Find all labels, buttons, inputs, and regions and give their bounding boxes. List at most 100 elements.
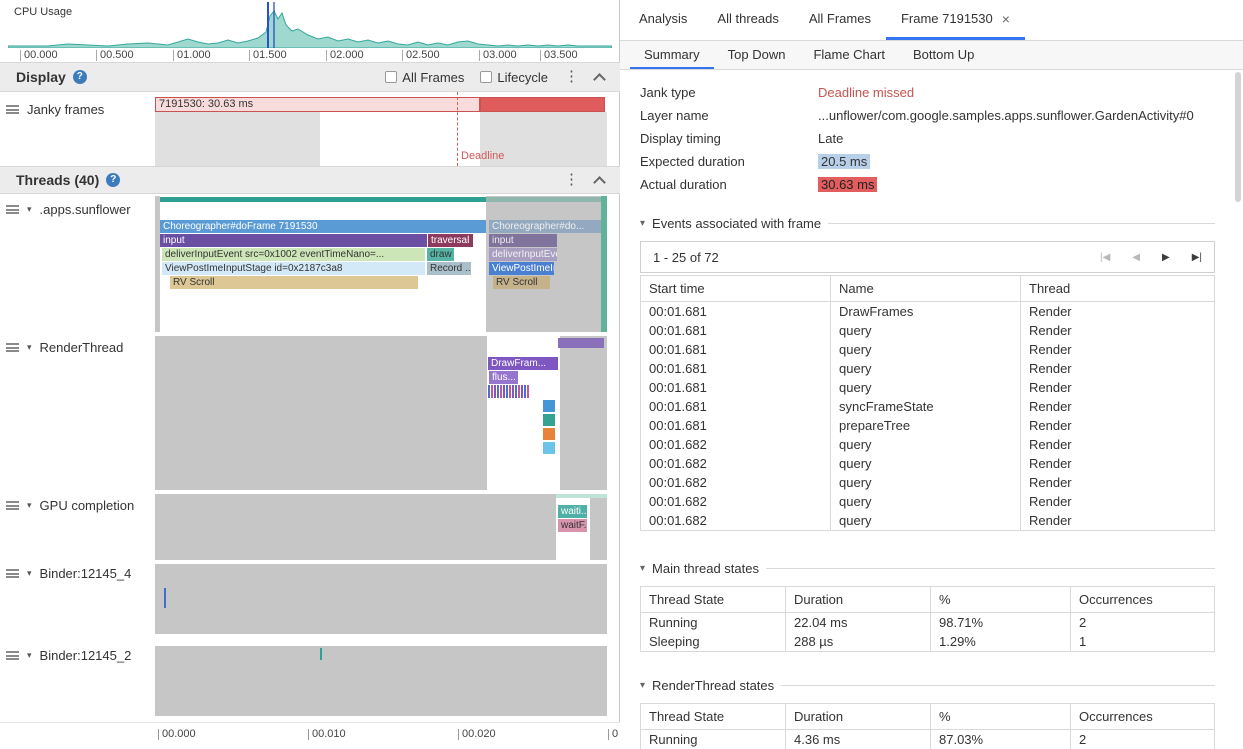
thread-row-renderthread[interactable]: ▾ RenderThread bbox=[6, 340, 151, 355]
kebab-menu-icon[interactable]: ⋮ bbox=[564, 70, 579, 84]
table-row[interactable]: 00:01.681prepareTreeRender bbox=[641, 416, 1215, 435]
main-states-section-header[interactable]: ▾ Main thread states bbox=[640, 561, 1215, 576]
subtab-top-down[interactable]: Top Down bbox=[714, 41, 800, 69]
column-header[interactable]: Duration bbox=[786, 587, 931, 613]
thread-row-sunflower[interactable]: ▾ .apps.sunflower bbox=[6, 202, 151, 217]
trace-event-drawframes[interactable]: DrawFram... bbox=[488, 357, 558, 370]
table-row[interactable]: Running4.36 ms87.03%2 bbox=[641, 730, 1215, 749]
render-states-header[interactable]: Thread State Duration % Occurrences bbox=[641, 704, 1215, 730]
expand-arrow-icon[interactable]: ▾ bbox=[27, 500, 32, 511]
trace-event-square[interactable] bbox=[543, 400, 555, 412]
last-page-icon[interactable]: ▶| bbox=[1192, 252, 1202, 263]
subtab-summary[interactable]: Summary bbox=[630, 41, 714, 69]
table-row[interactable]: 00:01.681queryRender bbox=[641, 378, 1215, 397]
drag-handle-icon[interactable] bbox=[6, 651, 19, 660]
trace-event-record[interactable]: Record ... bbox=[427, 262, 471, 275]
column-header[interactable]: Occurrences bbox=[1071, 587, 1215, 613]
selection-line[interactable] bbox=[273, 2, 275, 48]
expand-arrow-icon[interactable]: ▾ bbox=[27, 650, 32, 661]
column-header[interactable]: Start time bbox=[641, 276, 831, 302]
table-row[interactable]: 00:01.682queryRender bbox=[641, 435, 1215, 454]
trace-event-viewpost[interactable]: ViewPostImeInputStage id=0x2187c3a8 bbox=[162, 262, 425, 275]
main-states-header[interactable]: Thread State Duration % Occurrences bbox=[641, 587, 1215, 613]
selection-line[interactable] bbox=[267, 2, 269, 48]
checkbox-icon[interactable] bbox=[480, 71, 492, 83]
events-table-header[interactable]: Start time Name Thread bbox=[641, 276, 1215, 302]
kebab-menu-icon[interactable]: ⋮ bbox=[564, 173, 579, 187]
panel-scrollbar[interactable] bbox=[1235, 72, 1241, 202]
trace-event-waitfence[interactable]: waitF... bbox=[558, 519, 587, 532]
expand-arrow-icon[interactable]: ▾ bbox=[27, 342, 32, 353]
tab-analysis[interactable]: Analysis bbox=[624, 0, 702, 40]
trace-event-flush[interactable]: flus... bbox=[489, 371, 518, 384]
drag-handle-icon[interactable] bbox=[6, 569, 19, 578]
trace-event-square[interactable] bbox=[543, 428, 555, 440]
lifecycle-checkbox[interactable]: Lifecycle bbox=[480, 70, 548, 85]
column-header[interactable]: Occurrences bbox=[1071, 704, 1215, 730]
collapse-chevron-icon[interactable] bbox=[593, 73, 606, 86]
tab-frame[interactable]: Frame 7191530 × bbox=[886, 0, 1025, 40]
trace-event-viewpost-dim[interactable]: ViewPostImeInp... bbox=[489, 262, 554, 275]
trace-event-draw[interactable]: draw bbox=[427, 248, 454, 261]
trace-event-square[interactable] bbox=[543, 442, 555, 454]
checkbox-icon[interactable] bbox=[385, 71, 397, 83]
table-row[interactable]: 00:01.682queryRender bbox=[641, 473, 1215, 492]
help-icon[interactable]: ? bbox=[106, 173, 120, 187]
trace-event-traversal[interactable]: traversal bbox=[428, 234, 473, 247]
display-section-header[interactable]: Display ? All Frames Lifecycle ⋮ bbox=[0, 62, 620, 92]
trace-event-waiting[interactable]: waiti... bbox=[558, 505, 587, 518]
trace-event-deliver-dim[interactable]: deliverInputEven... bbox=[489, 248, 557, 261]
collapse-triangle-icon[interactable]: ▾ bbox=[640, 218, 645, 229]
expand-arrow-icon[interactable]: ▾ bbox=[27, 568, 32, 579]
tab-all-frames[interactable]: All Frames bbox=[794, 0, 886, 40]
table-row[interactable]: 00:01.681DrawFramesRender bbox=[641, 302, 1215, 322]
drag-handle-icon[interactable] bbox=[6, 105, 19, 114]
trace-event-choreographer-dim[interactable]: Choreographer#do... bbox=[489, 220, 601, 233]
table-row[interactable]: 00:01.681queryRender bbox=[641, 321, 1215, 340]
column-header[interactable]: Thread State bbox=[641, 587, 786, 613]
collapse-triangle-icon[interactable]: ▾ bbox=[640, 563, 645, 574]
trace-event-dim-bar[interactable] bbox=[558, 338, 604, 348]
column-header[interactable]: Thread bbox=[1021, 276, 1215, 302]
render-states-section-header[interactable]: ▾ RenderThread states bbox=[640, 678, 1215, 693]
trace-micro-events[interactable] bbox=[488, 385, 530, 398]
table-row[interactable]: 00:01.682queryRender bbox=[641, 454, 1215, 473]
trace-event-rv-scroll[interactable]: RV Scroll bbox=[170, 276, 418, 289]
prev-page-icon[interactable]: ◀ bbox=[1132, 252, 1140, 263]
trace-event-input-dim[interactable]: input bbox=[489, 234, 557, 247]
drag-handle-icon[interactable] bbox=[6, 343, 19, 352]
column-header[interactable]: Duration bbox=[786, 704, 931, 730]
column-header[interactable]: Name bbox=[831, 276, 1021, 302]
table-row[interactable]: 00:01.681queryRender bbox=[641, 340, 1215, 359]
column-header[interactable]: % bbox=[931, 587, 1071, 613]
trace-event-tick[interactable] bbox=[164, 588, 166, 608]
table-row[interactable]: 00:01.681queryRender bbox=[641, 359, 1215, 378]
janky-frame-overrun[interactable] bbox=[480, 97, 605, 112]
table-row[interactable]: 00:01.681syncFrameStateRender bbox=[641, 397, 1215, 416]
drag-handle-icon[interactable] bbox=[6, 205, 19, 214]
threads-section-header[interactable]: Threads (40) ? ⋮ bbox=[0, 166, 620, 194]
scrollbar-strip[interactable] bbox=[601, 196, 607, 332]
janky-frame-chip[interactable]: 7191530: 30.63 ms bbox=[155, 97, 480, 112]
table-row[interactable]: 00:01.682queryRender bbox=[641, 492, 1215, 511]
thread-row-gpu[interactable]: ▾ GPU completion bbox=[6, 498, 151, 513]
trace-event-rv-scroll-dim[interactable]: RV Scroll bbox=[493, 276, 550, 289]
collapse-chevron-icon[interactable] bbox=[593, 176, 606, 189]
column-header[interactable]: % bbox=[931, 704, 1071, 730]
first-page-icon[interactable]: |◀ bbox=[1100, 252, 1110, 263]
subtab-flame-chart[interactable]: Flame Chart bbox=[799, 41, 899, 69]
trace-event-deliver-input[interactable]: deliverInputEvent src=0x1002 eventTimeNa… bbox=[162, 248, 425, 261]
table-row[interactable]: Running22.04 ms98.71%2 bbox=[641, 613, 1215, 633]
trace-event-tick[interactable] bbox=[320, 648, 322, 660]
next-page-icon[interactable]: ▶ bbox=[1162, 252, 1170, 263]
table-row[interactable]: 00:01.682queryRender bbox=[641, 511, 1215, 531]
expand-arrow-icon[interactable]: ▾ bbox=[27, 204, 32, 215]
trace-event-square[interactable] bbox=[543, 414, 555, 426]
subtab-bottom-up[interactable]: Bottom Up bbox=[899, 41, 988, 69]
cpu-usage-chart[interactable] bbox=[8, 4, 612, 48]
column-header[interactable]: Thread State bbox=[641, 704, 786, 730]
thread-row-binder4[interactable]: ▾ Binder:12145_4 bbox=[6, 566, 151, 581]
all-frames-checkbox[interactable]: All Frames bbox=[385, 70, 464, 85]
trace-event-choreographer[interactable]: Choreographer#doFrame 7191530 bbox=[160, 220, 486, 233]
help-icon[interactable]: ? bbox=[73, 70, 87, 84]
